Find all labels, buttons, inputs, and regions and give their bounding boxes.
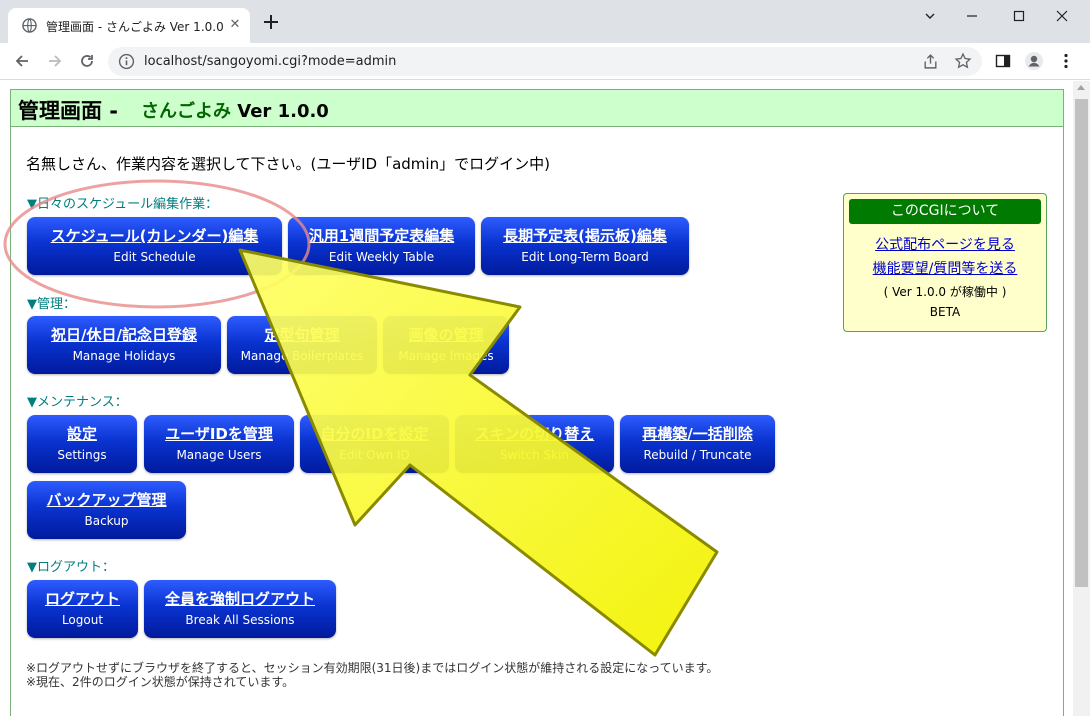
edit-schedule-button-sublabel: Edit Schedule [113, 250, 196, 264]
page-title: 管理画面 - [18, 99, 119, 123]
feature-request-link[interactable]: 機能要望/質問等を送る [844, 258, 1046, 278]
scroll-up-arrow-icon[interactable] [1077, 85, 1085, 90]
official-page-link[interactable]: 公式配布ページを見る [844, 234, 1046, 254]
edit-own-id-button[interactable]: 自分のIDを設定 Edit Own ID [300, 415, 449, 473]
page-scrollbar[interactable] [1073, 81, 1090, 716]
session-note-1: ※ログアウトせずにブラウザを終了すると、セッション有効期限(31日後)まではログ… [26, 661, 719, 675]
section-maintenance-label: ▼メンテナンス： [27, 395, 128, 410]
settings-button-sublabel: Settings [57, 448, 107, 462]
browser-tab[interactable]: 管理画面 - さんごよみ Ver 1.0.0 ✕ [8, 8, 250, 43]
manage-holidays-button-label: 祝日/休日/記念日登録 [51, 326, 197, 344]
app-name-text: さんごよみ [141, 101, 231, 122]
page-header: 管理画面 - さんごよみ Ver 1.0.0 [11, 90, 1063, 127]
manage-users-button[interactable]: ユーザIDを管理 Manage Users [144, 415, 294, 473]
session-note-2: ※現在、2件のログイン状態が保持されています。 [26, 675, 295, 689]
back-arrow-icon[interactable] [12, 51, 32, 71]
new-tab-plus-icon[interactable] [262, 13, 280, 31]
edit-own-id-button-sublabel: Edit Own ID [339, 448, 410, 462]
tab-close-icon[interactable]: ✕ [227, 17, 243, 33]
manage-users-button-sublabel: Manage Users [176, 448, 262, 462]
break-all-sessions-button-sublabel: Break All Sessions [185, 613, 295, 627]
running-version-text: ( Ver 1.0.0 が稼働中 ) [883, 285, 1007, 299]
edit-long-term-board-button-sublabel: Edit Long-Term Board [521, 250, 649, 264]
rebuild-truncate-button-sublabel: Rebuild / Truncate [643, 448, 752, 462]
page-viewport: 管理画面 - さんごよみ Ver 1.0.0 名無しさん、作業内容を選択して下さ… [0, 81, 1090, 716]
rebuild-truncate-button[interactable]: 再構築/一括削除 Rebuild / Truncate [620, 415, 775, 473]
manage-boilerplates-button-label: 定型句管理 [264, 326, 340, 344]
edit-long-term-board-button[interactable]: 長期予定表(掲示板)編集 Edit Long-Term Board [481, 217, 689, 275]
edit-weekly-table-button[interactable]: 汎用1週間予定表編集 Edit Weekly Table [288, 217, 475, 275]
manage-images-button-sublabel: Manage Images [398, 349, 494, 363]
section-logout-label: ▼ログアウト： [27, 560, 115, 575]
tab-title: 管理画面 - さんごよみ Ver 1.0.0 [46, 20, 224, 34]
switch-skin-button-sublabel: Switch Skin [500, 448, 569, 462]
manage-users-button-label: ユーザIDを管理 [165, 425, 273, 443]
logout-button[interactable]: ログアウト Logout [27, 580, 138, 638]
about-cgi-title: このCGIについて [849, 199, 1041, 224]
logout-button-label: ログアウト [44, 590, 120, 608]
side-panel-icon[interactable] [993, 51, 1013, 71]
kebab-menu-icon[interactable] [1056, 51, 1076, 71]
close-window-icon[interactable] [1048, 4, 1076, 28]
maximize-icon[interactable] [1005, 4, 1033, 28]
break-all-sessions-button-label: 全員を強制ログアウト [164, 590, 315, 608]
edit-long-term-board-button-label: 長期予定表(掲示板)編集 [503, 227, 667, 245]
manage-images-button-label: 画像の管理 [408, 326, 484, 344]
app-version: Ver 1.0.0 [237, 101, 329, 122]
rebuild-truncate-button-label: 再構築/一括削除 [642, 425, 753, 443]
backup-button-label: バックアップ管理 [46, 491, 167, 509]
about-cgi-box: このCGIについて 公式配布ページを見る 機能要望/質問等を送る ( Ver 1… [843, 193, 1047, 332]
beta-label: BETA [929, 305, 961, 319]
share-icon[interactable] [922, 53, 939, 70]
section-schedule-label: ▼日々のスケジュール編集作業： [27, 197, 219, 212]
edit-own-id-button-label: 自分のIDを設定 [320, 425, 429, 443]
site-info-icon[interactable] [118, 53, 135, 70]
tab-search-chevron-icon[interactable] [916, 4, 944, 28]
browser-toolbar: localhost/sangoyomi.cgi?mode=admin [0, 43, 1090, 80]
manage-holidays-button-sublabel: Manage Holidays [72, 349, 176, 363]
section-manage-label: ▼管理： [27, 297, 76, 312]
app-name: さんごよみ Ver 1.0.0 [141, 97, 329, 123]
edit-weekly-table-button-sublabel: Edit Weekly Table [328, 250, 435, 264]
manage-holidays-button[interactable]: 祝日/休日/記念日登録 Manage Holidays [27, 316, 221, 374]
edit-schedule-button[interactable]: スケジュール(カレンダー)編集 Edit Schedule [27, 217, 282, 275]
manage-boilerplates-button-sublabel: Manage Boilerplates [240, 349, 364, 363]
forward-arrow-icon[interactable] [45, 51, 65, 71]
session-notes: ※ログアウトせずにブラウザを終了すると、セッション有効期限(31日後)まではログ… [26, 661, 718, 689]
reload-icon[interactable] [77, 51, 97, 71]
switch-skin-button[interactable]: スキンの切り替え Switch Skin [455, 415, 614, 473]
manage-images-button[interactable]: 画像の管理 Manage Images [383, 316, 509, 374]
settings-button-label: 設定 [66, 425, 97, 443]
globe-icon [22, 18, 37, 33]
manage-boilerplates-button[interactable]: 定型句管理 Manage Boilerplates [227, 316, 377, 374]
greeting-text: 名無しさん、作業内容を選択して下さい。(ユーザID「admin」でログイン中) [26, 155, 550, 173]
settings-button[interactable]: 設定 Settings [27, 415, 137, 473]
profile-avatar-icon[interactable] [1024, 51, 1044, 71]
logout-button-sublabel: Logout [61, 613, 104, 627]
browser-tabstrip: 管理画面 - さんごよみ Ver 1.0.0 ✕ [0, 0, 1090, 43]
backup-button-sublabel: Backup [84, 514, 129, 528]
edit-schedule-button-label: スケジュール(カレンダー)編集 [50, 227, 259, 245]
address-bar[interactable]: localhost/sangoyomi.cgi?mode=admin [108, 47, 982, 76]
backup-button[interactable]: バックアップ管理 Backup [27, 481, 186, 539]
break-all-sessions-button[interactable]: 全員を強制ログアウト Break All Sessions [144, 580, 336, 638]
scroll-thumb[interactable] [1075, 99, 1088, 587]
url-text[interactable]: localhost/sangoyomi.cgi?mode=admin [144, 54, 396, 69]
edit-weekly-table-button-label: 汎用1週間予定表編集 [308, 227, 455, 245]
bookmark-star-icon[interactable] [954, 52, 972, 70]
minimize-icon[interactable] [958, 4, 986, 28]
switch-skin-button-label: スキンの切り替え [474, 425, 595, 443]
